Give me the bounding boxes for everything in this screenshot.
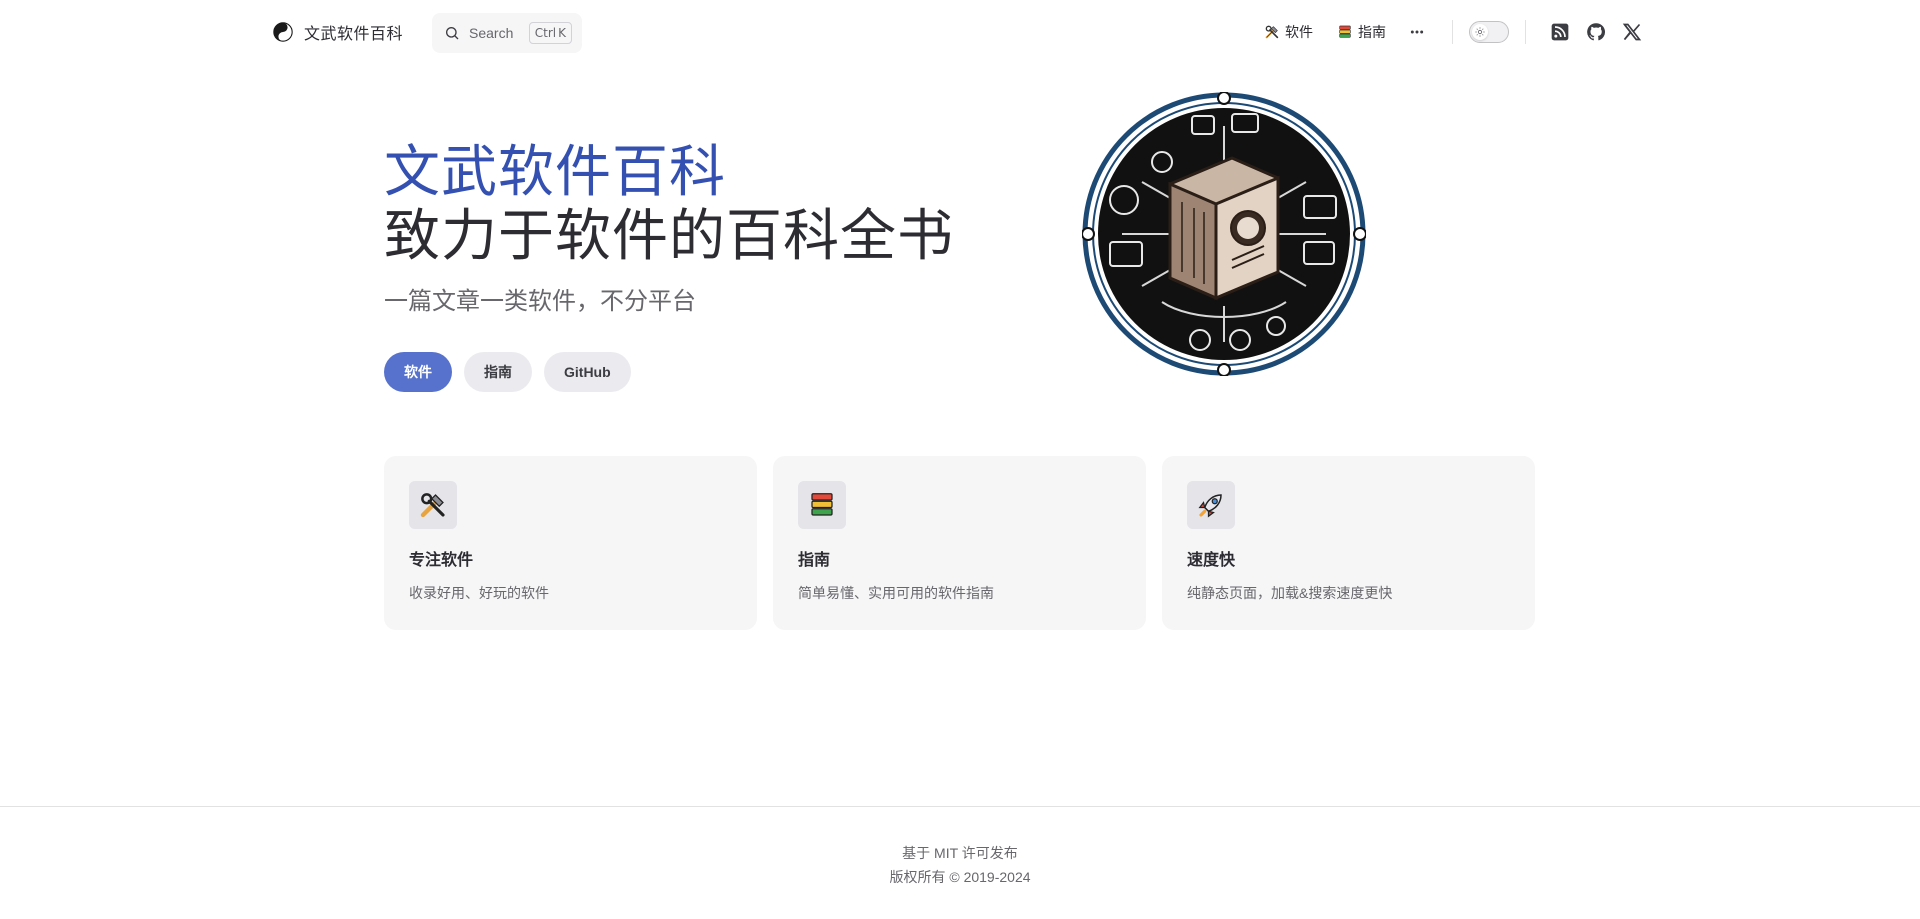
hero-tagline: 一篇文章一类软件，不分平台: [384, 288, 696, 315]
feature-details: 纯静态页面，加载&搜索速度更快: [1187, 585, 1393, 601]
site-brand-link[interactable]: 文武软件百科: [272, 18, 403, 46]
search-icon: [446, 27, 459, 40]
footer-copyright: 版权所有 © 2019-2024: [889, 869, 1031, 885]
hero-name: 文武软件百科: [384, 140, 726, 203]
feature-card-guide: 指南 简单易懂、实用可用的软件指南: [773, 456, 1146, 630]
feature-icon-box: [409, 481, 457, 529]
search-placeholder: Search: [469, 25, 514, 41]
page-footer: 基于 MIT 许可发布 版权所有 © 2019-2024: [0, 806, 1920, 919]
theme-toggle[interactable]: [1469, 21, 1509, 43]
site-logo-icon: [273, 22, 293, 42]
hero-book-logo-image: [1082, 92, 1366, 376]
shortcut-key-ctrl: Ctrl: [534, 26, 557, 40]
hero-text: 致力于软件的百科全书: [384, 204, 954, 267]
nav-divider: [1452, 20, 1453, 44]
hero-guide-button[interactable]: 指南: [464, 352, 532, 392]
github-icon: [1587, 23, 1606, 41]
books-icon: [811, 493, 833, 516]
nav-link-software[interactable]: 软件: [1252, 14, 1325, 50]
feature-details: 简单易懂、实用可用的软件指南: [798, 585, 994, 601]
search-shortcut: Ctrl K: [528, 22, 572, 44]
rss-link[interactable]: [1542, 14, 1578, 50]
feature-title: 速度快: [1187, 552, 1236, 569]
search-button[interactable]: Search Ctrl K: [432, 13, 582, 53]
tools-icon: [1265, 25, 1279, 39]
rss-icon: [1551, 23, 1569, 41]
hero-actions: 软件 指南 GitHub: [384, 352, 631, 392]
feature-title: 专注软件: [409, 552, 474, 569]
nav-link-guide[interactable]: 指南: [1325, 14, 1398, 50]
x-icon: [1622, 23, 1642, 41]
site-title: 文武软件百科: [304, 26, 404, 43]
feature-title: 指南: [798, 552, 831, 569]
more-menu-button[interactable]: [1398, 14, 1436, 50]
nav-link-label: 软件: [1285, 24, 1313, 40]
tools-icon: [420, 493, 445, 518]
footer-license: 基于 MIT 许可发布: [902, 845, 1018, 861]
feature-icon-box: [798, 481, 846, 529]
more-horizontal-icon: [1410, 30, 1424, 34]
sun-icon: [1475, 27, 1485, 37]
hero-github-button[interactable]: GitHub: [544, 352, 631, 392]
top-nav: 文武软件百科 Search Ctrl K 软件 指南: [0, 0, 1920, 64]
books-icon: [1339, 25, 1351, 38]
github-link[interactable]: [1578, 14, 1614, 50]
x-link[interactable]: [1614, 14, 1650, 50]
feature-details: 收录好用、好玩的软件: [409, 585, 549, 601]
nav-divider: [1525, 20, 1526, 44]
feature-icon-box: [1187, 481, 1235, 529]
shortcut-key-k: K: [558, 26, 566, 40]
features-section: 专注软件 收录好用、好玩的软件 指南 简单易懂、实用可用的软件指南 速度快 纯静…: [384, 456, 1536, 630]
feature-card-software: 专注软件 收录好用、好玩的软件: [384, 456, 757, 630]
nav-right: 软件 指南: [1252, 14, 1650, 50]
feature-card-speed: 速度快 纯静态页面，加载&搜索速度更快: [1162, 456, 1535, 630]
hero-software-button[interactable]: 软件: [384, 352, 452, 392]
theme-toggle-knob: [1472, 24, 1488, 40]
nav-link-label: 指南: [1358, 24, 1386, 40]
rocket-icon: [1198, 494, 1222, 518]
